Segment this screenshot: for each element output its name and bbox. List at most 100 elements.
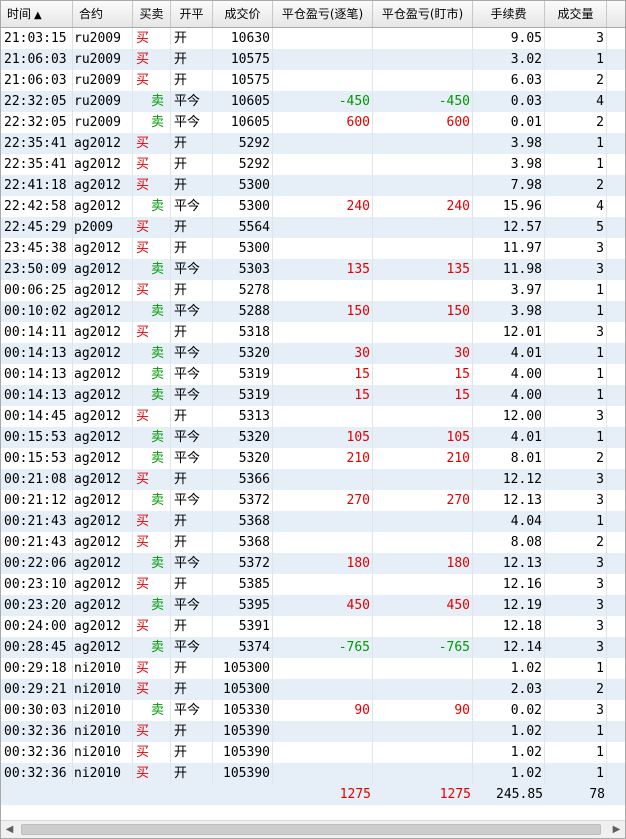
time-cell: 21:06:03 [1, 70, 73, 91]
table-row[interactable]: 22:32:05 ru2009 卖平今 10605 -450 -450 0.03 4 [1, 91, 625, 112]
volume-cell: 1 [545, 133, 607, 154]
time-cell: 00:23:20 [1, 595, 73, 616]
table-row[interactable]: 00:21:08 ag2012 买开 5366 12.12 3 [1, 469, 625, 490]
col-header-fee[interactable]: 手续费 [473, 1, 545, 27]
open-close-cell: 平今 [171, 343, 213, 364]
col-header-volume[interactable]: 成交量 [545, 1, 607, 27]
contract-cell: ag2012 [73, 301, 133, 322]
table-row[interactable]: 00:21:12 ag2012 卖平今 5372 270 270 12.13 3 [1, 490, 625, 511]
table-row[interactable]: 00:14:13 ag2012 卖平今 5319 15 15 4.00 1 [1, 385, 625, 406]
time-cell: 00:21:43 [1, 511, 73, 532]
table-row[interactable]: 22:42:58 ag2012 卖平今 5300 240 240 15.96 4 [1, 196, 625, 217]
fee-cell: 3.98 [473, 133, 545, 154]
table-row[interactable]: 00:10:02 ag2012 卖平今 5288 150 150 3.98 1 [1, 301, 625, 322]
price-cell: 10575 [213, 70, 273, 91]
open-close-cell: 开 [171, 574, 213, 595]
pnl-mtm-cell [373, 763, 473, 784]
pnl-trade-cell: 30 [273, 343, 373, 364]
col-header-contract[interactable]: 合约 [73, 1, 133, 27]
open-close-cell: 开 [171, 70, 213, 91]
table-row[interactable]: 00:32:36 ni2010 买开 105390 1.02 1 [1, 721, 625, 742]
volume-cell: 1 [545, 658, 607, 679]
pnl-trade-cell [273, 679, 373, 700]
horizontal-scrollbar[interactable]: ◀ ▶ [1, 820, 625, 838]
contract-cell: ag2012 [73, 469, 133, 490]
open-close-cell: 开 [171, 679, 213, 700]
pnl-mtm-cell [373, 532, 473, 553]
pnl-mtm-cell [373, 49, 473, 70]
table-row[interactable]: 00:14:45 ag2012 买开 5313 12.00 3 [1, 406, 625, 427]
table-row[interactable]: 22:35:41 ag2012 买开 5292 3.98 1 [1, 154, 625, 175]
table-row[interactable]: 00:28:45 ag2012 卖平今 5374 -765 -765 12.14 3 [1, 637, 625, 658]
fee-cell: 12.18 [473, 616, 545, 637]
table-row[interactable]: 21:03:15 ru2009 买开 10630 9.05 3 [1, 28, 625, 49]
volume-cell: 3 [545, 469, 607, 490]
volume-cell: 3 [545, 574, 607, 595]
col-header-pnl-trade[interactable]: 平仓盈亏(逐笔) [273, 1, 373, 27]
scroll-right-arrow-icon[interactable]: ▶ [608, 821, 625, 838]
volume-cell: 4 [545, 91, 607, 112]
table-row[interactable]: 00:14:13 ag2012 卖平今 5320 30 30 4.01 1 [1, 343, 625, 364]
fee-cell: 0.03 [473, 91, 545, 112]
time-cell: 00:10:02 [1, 301, 73, 322]
price-cell: 5368 [213, 532, 273, 553]
fee-cell: 15.96 [473, 196, 545, 217]
volume-cell: 1 [545, 763, 607, 784]
table-row[interactable]: 00:06:25 ag2012 买开 5278 3.97 1 [1, 280, 625, 301]
direction-cell: 买 [133, 175, 171, 196]
fee-cell: 12.14 [473, 637, 545, 658]
open-close-cell: 开 [171, 616, 213, 637]
col-header-pnl-mtm[interactable]: 平仓盈亏(盯市) [373, 1, 473, 27]
table-row[interactable]: 23:50:09 ag2012 卖平今 5303 135 135 11.98 3 [1, 259, 625, 280]
pnl-trade-cell [273, 154, 373, 175]
table-row[interactable]: 00:29:21 ni2010 买开 105300 2.03 2 [1, 679, 625, 700]
contract-cell: ag2012 [73, 511, 133, 532]
contract-cell: ni2010 [73, 742, 133, 763]
table-row[interactable]: 22:32:05 ru2009 卖平今 10605 600 600 0.01 2 [1, 112, 625, 133]
table-row[interactable]: 22:41:18 ag2012 买开 5300 7.98 2 [1, 175, 625, 196]
pnl-trade-cell: 450 [273, 595, 373, 616]
scroll-left-arrow-icon[interactable]: ◀ [1, 821, 18, 838]
price-cell: 105390 [213, 721, 273, 742]
table-row[interactable]: 00:24:00 ag2012 买开 5391 12.18 3 [1, 616, 625, 637]
table-row[interactable]: 22:45:29 p2009 买开 5564 12.57 5 [1, 217, 625, 238]
fee-cell: 4.00 [473, 364, 545, 385]
pnl-trade-cell: 270 [273, 490, 373, 511]
col-header-open-close[interactable]: 开平 [171, 1, 213, 27]
table-row[interactable]: 00:23:20 ag2012 卖平今 5395 450 450 12.19 3 [1, 595, 625, 616]
contract-cell: ni2010 [73, 721, 133, 742]
pnl-trade-cell: 600 [273, 112, 373, 133]
direction-cell: 买 [133, 532, 171, 553]
table-row[interactable]: 00:22:06 ag2012 卖平今 5372 180 180 12.13 3 [1, 553, 625, 574]
open-close-cell: 平今 [171, 91, 213, 112]
table-row[interactable]: 21:06:03 ru2009 买开 10575 6.03 2 [1, 70, 625, 91]
table-row[interactable]: 23:45:38 ag2012 买开 5300 11.97 3 [1, 238, 625, 259]
volume-cell: 1 [545, 301, 607, 322]
pnl-trade-cell: 135 [273, 259, 373, 280]
volume-cell: 1 [545, 511, 607, 532]
table-row[interactable]: 00:21:43 ag2012 买开 5368 4.04 1 [1, 511, 625, 532]
time-cell: 00:06:25 [1, 280, 73, 301]
table-row[interactable]: 00:14:13 ag2012 卖平今 5319 15 15 4.00 1 [1, 364, 625, 385]
open-close-cell: 平今 [171, 301, 213, 322]
table-row[interactable]: 00:23:10 ag2012 买开 5385 12.16 3 [1, 574, 625, 595]
scrollbar-thumb[interactable] [21, 824, 601, 835]
col-header-time[interactable]: 时间 ▲ [1, 1, 73, 27]
table-row[interactable]: 00:14:11 ag2012 买开 5318 12.01 3 [1, 322, 625, 343]
col-header-price[interactable]: 成交价 [213, 1, 273, 27]
table-row[interactable]: 00:15:53 ag2012 卖平今 5320 210 210 8.01 2 [1, 448, 625, 469]
price-cell: 5374 [213, 637, 273, 658]
col-header-direction[interactable]: 买卖 [133, 1, 171, 27]
table-row[interactable]: 00:32:36 ni2010 买开 105390 1.02 1 [1, 742, 625, 763]
table-row[interactable]: 00:30:03 ni2010 卖平今 105330 90 90 0.02 3 [1, 700, 625, 721]
table-row[interactable]: 21:06:03 ru2009 买开 10575 3.02 1 [1, 49, 625, 70]
table-row[interactable]: 00:21:43 ag2012 买开 5368 8.08 2 [1, 532, 625, 553]
table-row[interactable]: 00:32:36 ni2010 买开 105390 1.02 1 [1, 763, 625, 784]
table-row[interactable]: 00:29:18 ni2010 买开 105300 1.02 1 [1, 658, 625, 679]
time-cell: 00:32:36 [1, 721, 73, 742]
fee-cell: 4.01 [473, 427, 545, 448]
table-row[interactable]: 00:15:53 ag2012 卖平今 5320 105 105 4.01 1 [1, 427, 625, 448]
direction-cell: 买 [133, 280, 171, 301]
table-row[interactable]: 22:35:41 ag2012 买开 5292 3.98 1 [1, 133, 625, 154]
open-close-cell: 开 [171, 154, 213, 175]
